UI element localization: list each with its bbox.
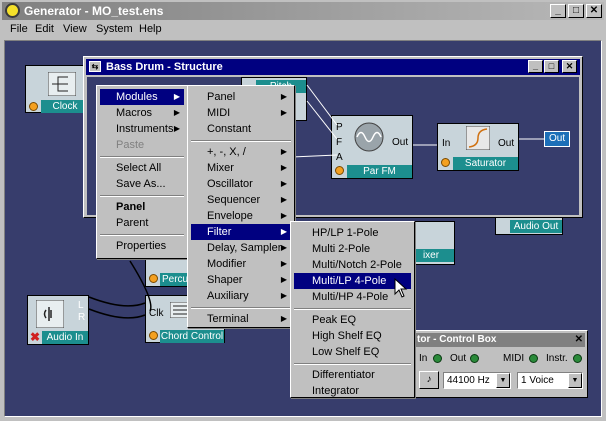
submenu-arrow-icon: ▶ <box>280 259 287 268</box>
context-item-macros[interactable]: Macros ▶ <box>100 105 184 121</box>
modules-item-oscillator[interactable]: Oscillator ▶ <box>191 176 291 192</box>
voices-value: 1 Voice <box>521 375 554 386</box>
filter-item-multi-2-pole[interactable]: Multi 2-Pole <box>294 241 411 257</box>
modules-item-math[interactable]: +, -, X, / ▶ <box>191 144 291 160</box>
submenu-arrow-icon: ▶ <box>280 179 287 188</box>
context-item-paste[interactable]: Paste <box>100 137 184 153</box>
submenu-arrow-icon: ▶ <box>173 124 180 133</box>
filter-submenu: HP/LP 1-Pole Multi 2-Pole Multi/Notch 2-… <box>290 221 415 398</box>
context-menu: Modules ▶ Macros ▶ Instruments ▶ Paste Sele… <box>96 85 188 259</box>
sample-rate-select[interactable]: 44100 Hz ▼ <box>443 372 511 389</box>
context-item-parent[interactable]: Parent <box>100 215 184 231</box>
menu-file[interactable]: File <box>10 23 28 35</box>
submenu-arrow-icon: ▶ <box>280 314 287 323</box>
modules-item-terminal[interactable]: Terminal ▶ <box>191 311 291 327</box>
modules-item-filter[interactable]: Filter ▶ <box>191 224 291 240</box>
out-led <box>470 354 479 363</box>
mouse-cursor-icon <box>394 278 408 298</box>
modules-item-constant[interactable]: Constant <box>191 121 291 137</box>
menu-separator <box>100 156 184 158</box>
modules-item-mixer[interactable]: Mixer ▶ <box>191 160 291 176</box>
submenu-arrow-icon: ▶ <box>280 211 287 220</box>
tuning-fork-icon[interactable]: ♪ <box>419 371 439 389</box>
close-button[interactable]: ✕ <box>586 4 602 18</box>
filter-item-integrator[interactable]: Integrator <box>294 383 411 399</box>
control-box-window[interactable]: tor - Control Box ✕ In Out MIDI Instr. ♪… <box>412 330 588 398</box>
modules-item-panel[interactable]: Panel ▶ <box>191 89 291 105</box>
voices-select[interactable]: 1 Voice ▼ <box>517 372 583 389</box>
context-item-select-all[interactable]: Select All <box>100 160 184 176</box>
modules-item-envelope[interactable]: Envelope ▶ <box>191 208 291 224</box>
midi-led <box>529 354 538 363</box>
filter-item-differentiator[interactable]: Differentiator <box>294 367 411 383</box>
menu-bar: File Edit View System Help <box>2 20 604 39</box>
menu-separator <box>294 308 411 310</box>
submenu-arrow-icon: ▶ <box>280 243 287 252</box>
app-title: Generator - MO_test.ens <box>24 4 164 18</box>
chevron-down-icon[interactable]: ▼ <box>496 373 510 388</box>
modules-item-midi[interactable]: MIDI ▶ <box>191 105 291 121</box>
menu-separator <box>294 363 411 365</box>
structure-title: Bass Drum - Structure <box>106 61 223 73</box>
submenu-arrow-icon: ▶ <box>280 147 287 156</box>
filter-item-hp-lp-1-pole[interactable]: HP/LP 1-Pole <box>294 225 411 241</box>
filter-item-multi-notch-2-pole[interactable]: Multi/Notch 2-Pole <box>294 257 411 273</box>
in-label: In <box>419 353 428 364</box>
submenu-arrow-icon: ▶ <box>280 227 287 236</box>
filter-item-low-shelf-eq[interactable]: Low Shelf EQ <box>294 344 411 360</box>
context-item-instruments[interactable]: Instruments ▶ <box>100 121 184 137</box>
midi-label: MIDI <box>503 353 525 364</box>
menu-system[interactable]: System <box>96 23 133 35</box>
submenu-arrow-icon: ▶ <box>280 291 287 300</box>
structure-title-bar: ⇆ Bass Drum - Structure _ □ ✕ <box>86 59 580 75</box>
submenu-arrow-icon: ▶ <box>280 195 287 204</box>
menu-separator <box>100 195 184 197</box>
minimize-button[interactable]: _ <box>550 4 566 18</box>
in-led <box>433 354 442 363</box>
control-box-title: tor - Control Box <box>417 334 497 345</box>
control-box-title-bar: tor - Control Box ✕ <box>415 333 585 347</box>
instr-label: Instr. <box>546 353 568 364</box>
chevron-down-icon[interactable]: ▼ <box>568 373 582 388</box>
submenu-arrow-icon: ▶ <box>280 92 287 101</box>
modules-submenu: Panel ▶ MIDI ▶ Constant +, -, X, / ▶ Mixer ▶… <box>187 85 295 328</box>
modules-item-shaper[interactable]: Shaper ▶ <box>191 272 291 288</box>
modules-item-sequencer[interactable]: Sequencer ▶ <box>191 192 291 208</box>
submenu-arrow-icon: ▶ <box>173 108 180 117</box>
menu-separator <box>191 307 291 309</box>
menu-separator <box>100 234 184 236</box>
submenu-arrow-icon: ▶ <box>173 92 180 101</box>
out-label: Out <box>450 353 467 364</box>
submenu-arrow-icon: ▶ <box>280 108 287 117</box>
context-item-save-as[interactable]: Save As... <box>100 176 184 192</box>
modules-item-delay-sampler[interactable]: Delay, Sampler ▶ <box>191 240 291 256</box>
structure-minimize-button[interactable]: _ <box>528 60 543 73</box>
app-title-bar: Generator - MO_test.ens _ □ ✕ <box>2 2 604 20</box>
modules-item-modifier[interactable]: Modifier ▶ <box>191 256 291 272</box>
maximize-button[interactable]: □ <box>568 4 584 18</box>
filter-item-high-shelf-eq[interactable]: High Shelf EQ <box>294 328 411 344</box>
submenu-arrow-icon: ▶ <box>280 275 287 284</box>
structure-close-button[interactable]: ✕ <box>562 60 577 73</box>
app-icon[interactable] <box>5 3 20 18</box>
control-box-close-button[interactable]: ✕ <box>575 333 583 347</box>
menu-separator <box>191 140 291 142</box>
structure-window-icon: ⇆ <box>89 61 101 72</box>
filter-item-peak-eq[interactable]: Peak EQ <box>294 312 411 328</box>
instr-led <box>573 354 582 363</box>
context-item-modules[interactable]: Modules ▶ <box>100 89 184 105</box>
context-item-panel[interactable]: Panel <box>100 199 184 215</box>
menu-help[interactable]: Help <box>139 23 162 35</box>
context-item-properties[interactable]: Properties <box>100 238 184 254</box>
structure-maximize-button[interactable]: □ <box>544 60 559 73</box>
modules-item-auxiliary[interactable]: Auxiliary ▶ <box>191 288 291 304</box>
sample-rate-value: 44100 Hz <box>447 375 490 386</box>
submenu-arrow-icon: ▶ <box>280 163 287 172</box>
menu-edit[interactable]: Edit <box>35 23 54 35</box>
menu-view[interactable]: View <box>63 23 87 35</box>
